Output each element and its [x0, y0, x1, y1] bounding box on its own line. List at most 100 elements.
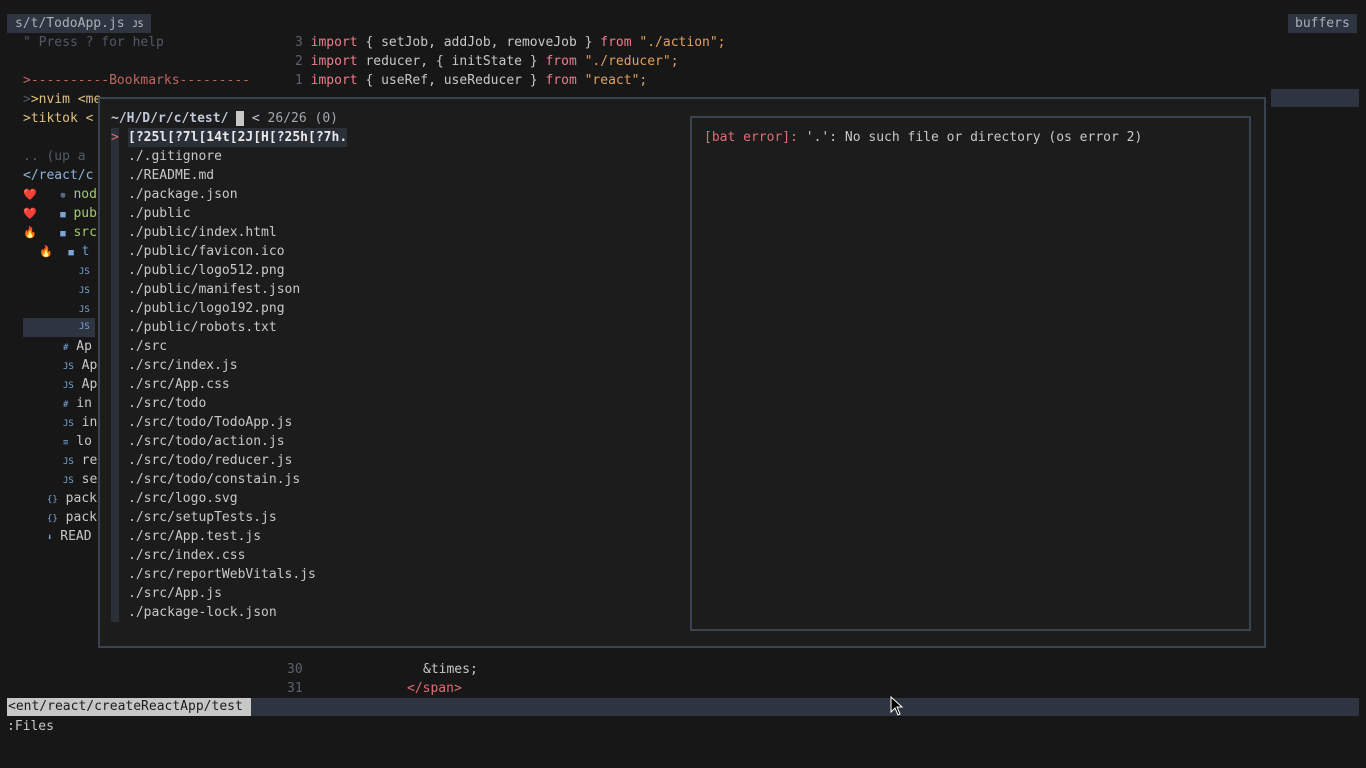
markdown-file-icon: ⬇	[47, 533, 53, 543]
tree-item-public[interactable]: ❤️ ■ pub	[23, 204, 97, 223]
fzf-result-item[interactable]: ./src/index.js	[128, 356, 238, 375]
tree-item-svg-file[interactable]: ≡ lo	[63, 432, 92, 451]
editor-highlight-bar	[1271, 89, 1359, 107]
javascript-file-icon: JS	[63, 419, 74, 429]
fzf-result-item[interactable]: ./src	[128, 337, 167, 356]
fzf-preview-pane	[690, 116, 1251, 631]
tree-item-js-file[interactable]: JS Ap	[63, 356, 97, 375]
fzf-result-item[interactable]: ./public/favicon.ico	[128, 242, 285, 261]
tree-item-js-file[interactable]: JS Ap	[63, 375, 97, 394]
tree-item-json-file[interactable]: {} pack	[47, 489, 97, 508]
fzf-result-item[interactable]: ./src/App.css	[128, 375, 230, 394]
fzf-result-item[interactable]: ./public/logo512.png	[128, 261, 285, 280]
package-icon: ⊚	[60, 191, 66, 201]
code-line: 31	[287, 681, 303, 696]
javascript-file-icon: JS	[63, 476, 74, 486]
code-line: 1 import { useRef, useReducer } from "re…	[295, 73, 648, 88]
tree-item-todo[interactable]: 🔥 ■ t	[39, 242, 89, 261]
javascript-file-icon: JS	[63, 457, 74, 467]
code-line: 2 import reducer, { initState } from "./…	[295, 54, 679, 69]
fzf-result-item[interactable]: ./src/setupTests.js	[128, 508, 277, 527]
tree-item-readme-file[interactable]: ⬇ READ	[47, 527, 92, 546]
tree-item-css-file[interactable]: # Ap	[63, 337, 92, 356]
css-file-icon: #	[63, 343, 69, 353]
tree-item-js-file[interactable]: JS re	[63, 451, 97, 470]
fzf-result-item[interactable]: ./src/App.js	[128, 584, 222, 603]
command-line[interactable]: :Files	[7, 717, 54, 736]
tree-item-js-file[interactable]: JS se	[63, 470, 97, 489]
fzf-result-item[interactable]: ./src/todo/action.js	[128, 432, 285, 451]
bookmark-item-nvim[interactable]: >>nvim <me	[23, 90, 101, 109]
tree-item-selected[interactable]: JS	[23, 318, 95, 337]
fzf-cursor	[236, 111, 245, 126]
fzf-result-item[interactable]: ./package.json	[128, 185, 238, 204]
fzf-result-item-selected[interactable]: [?25l[?7l[14t[2J[H[?25h[?7h.	[128, 128, 348, 147]
tree-item-js-file[interactable]: JS	[79, 280, 90, 299]
fzf-result-item[interactable]: ./package-lock.json	[128, 603, 277, 622]
buffers-indicator[interactable]: buffers	[1288, 14, 1357, 33]
fzf-match-count: 26/26 (0)	[267, 111, 338, 126]
bookmark-item-tiktok[interactable]: >tiktok <	[23, 109, 93, 128]
tree-item-src[interactable]: 🔥 ■ src	[23, 223, 97, 242]
json-file-icon: {}	[47, 495, 58, 505]
javascript-file-icon: JS	[79, 286, 90, 296]
tab-file-name: s/t/TodoApp.js	[15, 16, 125, 31]
fzf-result-item[interactable]: ./src/todo	[128, 394, 206, 413]
mouse-pointer-icon	[890, 696, 904, 716]
fzf-result-item[interactable]: ./src/logo.svg	[128, 489, 238, 508]
fzf-result-item[interactable]: ./src/todo/reducer.js	[128, 451, 292, 470]
fzf-result-item[interactable]: ./src/App.test.js	[128, 527, 261, 546]
javascript-file-icon: JS	[79, 322, 90, 332]
fzf-gutter	[111, 128, 119, 622]
tree-item-node-modules[interactable]: ❤️ ⊚ nod	[23, 185, 97, 204]
css-file-icon: #	[63, 400, 69, 410]
fzf-prompt-path: ~/H/D/r/c/test/	[111, 111, 229, 126]
tree-item-js-file[interactable]: JS in	[63, 413, 97, 432]
fzf-result-item[interactable]: ./public/robots.txt	[128, 318, 277, 337]
heart-icon: ❤️	[23, 188, 37, 201]
tree-item-css-file[interactable]: # in	[63, 394, 92, 413]
folder-icon: ■	[60, 210, 66, 220]
javascript-file-icon: JS	[132, 20, 144, 30]
fire-icon: 🔥	[23, 226, 37, 239]
tree-item-js-file[interactable]: JS	[79, 299, 90, 318]
statusline: <ent/react/createReactApp/test	[7, 698, 1359, 716]
svg-file-icon: ≡	[63, 438, 69, 448]
fzf-prompt-symbol: <	[251, 111, 260, 126]
javascript-file-icon: JS	[79, 305, 90, 315]
json-file-icon: {}	[47, 514, 58, 524]
tree-current-directory: </react/c	[23, 168, 94, 183]
fzf-result-item[interactable]: ./README.md	[128, 166, 214, 185]
code-line-text: </span>	[407, 681, 462, 696]
fzf-prompt[interactable]: ~/H/D/r/c/test/ < 26/26 (0)	[111, 109, 338, 128]
fzf-result-item[interactable]: ./public/manifest.json	[128, 280, 300, 299]
javascript-file-icon: JS	[63, 381, 74, 391]
fzf-result-item[interactable]: ./.gitignore	[128, 147, 222, 166]
folder-icon: ■	[60, 229, 66, 239]
fire-icon: 🔥	[39, 245, 53, 258]
preview-error-text: '.': No such file or directory (os error…	[797, 130, 1143, 145]
fzf-result-item[interactable]: ./src/reportWebVitals.js	[128, 565, 316, 584]
code-line: 30	[287, 662, 303, 677]
tab-current-file[interactable]: s/t/TodoApp.js JS	[7, 14, 152, 33]
preview-error-message: [bat error]: '.': No such file or direct…	[704, 128, 1142, 147]
folder-icon: ■	[68, 248, 74, 258]
fzf-result-item[interactable]: ./public/index.html	[128, 223, 277, 242]
bookmarks-header: >----------Bookmarks---------	[23, 73, 250, 88]
tree-item-json-file[interactable]: {} pack	[47, 508, 97, 527]
javascript-file-icon: JS	[63, 362, 74, 372]
javascript-file-icon: JS	[79, 267, 90, 277]
tree-up-directory[interactable]: .. (up a	[23, 147, 86, 166]
preview-error-tag: [bat error]:	[704, 130, 798, 145]
fzf-result-item[interactable]: ./src/todo/TodoApp.js	[128, 413, 292, 432]
fzf-result-item[interactable]: ./src/todo/constain.js	[128, 470, 300, 489]
fzf-result-item[interactable]: ./src/index.css	[128, 546, 245, 565]
statusline-path: <ent/react/createReactApp/test	[7, 698, 251, 716]
code-line: 3 import { setJob, addJob, removeJob } f…	[295, 35, 726, 50]
tree-item-js-file[interactable]: JS	[79, 261, 90, 280]
code-line-text: &times;	[423, 662, 478, 677]
tree-help-hint: " Press ? for help	[23, 35, 164, 50]
fzf-result-item[interactable]: ./public	[128, 204, 191, 223]
fzf-result-item[interactable]: ./public/logo192.png	[128, 299, 285, 318]
fzf-pointer-icon: >	[111, 130, 119, 145]
